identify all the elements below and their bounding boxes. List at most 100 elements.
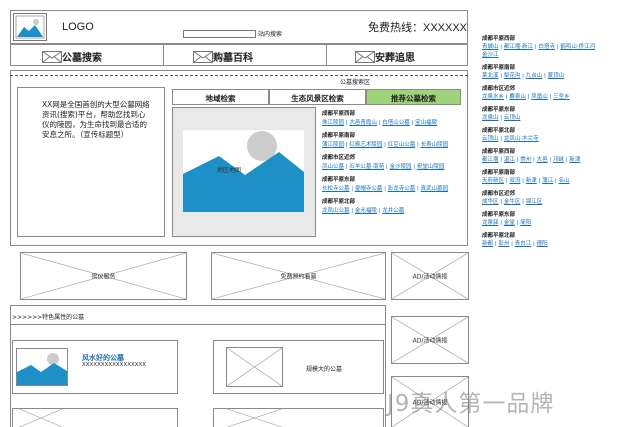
sidebar-link[interactable]: 白塔寺 [538, 44, 555, 50]
sidebar-link[interactable]: 都江堰 [482, 157, 499, 163]
region-link[interactable]: 红豆山公墓 [388, 142, 416, 148]
region-link[interactable]: 大邑青霞山 [349, 120, 377, 126]
sidebar-link[interactable]: 鹤鸣山·侨江河 [560, 44, 595, 50]
region-link[interactable]: 祝堂山陵园 [417, 164, 445, 170]
sidebar-section-title: 成都市区近郊 [482, 86, 516, 92]
sidebar-link[interactable]: 双流 [509, 178, 520, 184]
region-link[interactable]: 长松寺公墓 [322, 186, 350, 192]
sidebar-section: 成都平原东部 龙泉山 | 云顶山 [482, 106, 622, 122]
tab-recommended-label: 推荐公墓检索 [391, 94, 436, 103]
banner-funeral-service[interactable]: 殡仪服务 [20, 252, 187, 300]
sidebar-link[interactable]: 金沙江 [482, 52, 499, 58]
region-link[interactable]: 龙凤山公墓 [322, 208, 350, 214]
sidebar-link[interactable]: 崇州 [520, 157, 531, 163]
sidebar-link[interactable]: 金堂 [504, 220, 515, 226]
sidebar-link[interactable]: 蒙顶山 [548, 73, 565, 79]
sidebar-link[interactable]: 简阳 [520, 220, 531, 226]
sidebar-link[interactable]: 大邑 [537, 157, 548, 163]
region-link[interactable]: 宝山福陵 [415, 120, 437, 126]
sidebar-link[interactable]: 德阳 [537, 241, 548, 247]
sidebar-link[interactable]: 新都 [482, 241, 493, 247]
sidebar-link[interactable]: 青城山 [482, 44, 499, 50]
sidebar-line: 莱北溪 | 梨花沟 | 九台山 | 蒙顶山 [482, 73, 565, 79]
placeholder-cross-icon [227, 348, 282, 386]
sidebar-section-title: 成都平原南部 [482, 65, 516, 71]
sidebar-link[interactable]: 新津 [526, 178, 537, 184]
sidebar-link[interactable]: 邛崃 [553, 157, 564, 163]
featured-divider [10, 324, 386, 325]
sidebar-link[interactable]: 龙泉驿 [482, 220, 499, 226]
sidebar-link[interactable]: 温江 [504, 157, 515, 163]
sidebar-link[interactable]: 龙泉水乡 [482, 94, 504, 100]
map-icon [183, 130, 304, 212]
tab-region-label: 地域检索 [205, 94, 236, 103]
region-links: 龙凤山公墓 | 金光福陵 | 龙井公墓 [322, 208, 405, 214]
sidebar-link[interactable]: 名山 [559, 178, 570, 184]
placeholder-cross-icon [13, 409, 177, 427]
mail-icon [42, 50, 62, 63]
sidebar-link[interactable]: 三圣乡 [553, 94, 570, 100]
region-link[interactable]: 金光福陵 [355, 208, 377, 214]
ad-box-1[interactable]: AD/活动情报 [391, 316, 469, 364]
featured-item-desc: XXXXXXXXXXXXXXXXX [82, 362, 147, 368]
search-button[interactable]: 站内搜索 [258, 29, 282, 38]
intro-text: XX网是全国首创的大型公墓网络资讯(搜索)平台，帮助您找到心仪的陵园，为生命找到… [42, 100, 150, 139]
region-link[interactable]: 侏江陵园 [322, 120, 344, 126]
banner-free-visit[interactable]: 免费预约看墓 [211, 252, 386, 300]
region-link[interactable]: 红枫艺术陵园 [349, 142, 382, 148]
sidebar-link[interactable]: 青白江 [515, 241, 532, 247]
sidebar-link[interactable]: 龙凤山·木兰寺 [504, 136, 539, 142]
region-title: 成都平原东部 [322, 177, 356, 183]
featured-item-large-label: 规模大的公墓 [306, 366, 343, 373]
sidebar-section-title: 成都平原东部 [482, 107, 516, 113]
sidebar-line: 天府新区 | 双流 | 新津 | 蒲江 | 名山 [482, 178, 570, 184]
nav-item-encyclopedia[interactable]: 购墓百科 [193, 49, 253, 64]
banner-label: AD/活动情报 [412, 273, 448, 281]
sidebar-link[interactable]: 九台山 [526, 73, 543, 79]
region-link[interactable]: 长寿山陵园 [421, 142, 449, 148]
sidebar-link[interactable]: 梨花沟 [504, 73, 521, 79]
sidebar-link[interactable]: 凤凰山 [531, 94, 548, 100]
region-list: 成都平原西部 侏江陵园 | 大邑青霞山 | 白塔山公墓 | 宝山福陵 成都平原南… [322, 110, 468, 216]
sidebar-link[interactable]: 天府新区 [482, 178, 504, 184]
sidebar-section: 成都平原西部 都江堰 | 温江 | 崇州 | 大邑 | 邛崃 | 新津 [482, 148, 622, 164]
sidebar-link[interactable]: 都江堰·新江 [504, 44, 533, 50]
region-link[interactable]: 蒲江陵园 [322, 142, 344, 148]
sidebar-line: 龙泉驿 | 金堂 | 简阳 [482, 220, 532, 226]
search-input[interactable] [183, 30, 256, 38]
region-links: 侏江陵园 | 大邑青霞山 | 白塔山公墓 | 宝山福陵 [322, 120, 438, 126]
sidebar-link[interactable]: 彭州 [498, 241, 509, 247]
sidebar-link[interactable]: 金牛区 [504, 199, 521, 205]
region-link[interactable]: 真武山墓园 [421, 186, 449, 192]
region-link[interactable]: 彭龙寺公墓 [388, 186, 416, 192]
sidebar-link[interactable]: 成华区 [482, 199, 499, 205]
region-link[interactable]: 金沙陵园 [389, 164, 411, 170]
sidebar-link[interactable]: 麝泉山 [509, 94, 526, 100]
sidebar-link[interactable]: 蒲江 [542, 178, 553, 184]
banner-ad[interactable]: AD/活动情报 [391, 252, 469, 300]
map-label: 地区地图 [217, 167, 242, 174]
sidebar-link[interactable]: 云顶山 [504, 115, 521, 121]
nav-divider-1 [163, 44, 164, 66]
map-image[interactable] [183, 130, 304, 212]
sidebar-section: 成都平原北部 云顶山 | 龙凤山·木兰寺 [482, 127, 622, 143]
mail-icon [193, 50, 213, 63]
region-link[interactable]: 凤山公墓 [322, 164, 344, 170]
nav-item-search[interactable]: 公墓搜索 [42, 49, 102, 64]
sidebar-section-title: 成都市区近郊 [482, 191, 516, 197]
sidebar-section: 成都市区近郊 龙泉水乡 | 麝泉山 | 凤凰山 | 三圣乡 [482, 85, 622, 101]
region-link[interactable]: 石羊公墓·南苑 [349, 164, 384, 170]
region-link[interactable]: 白塔山公墓 [382, 120, 410, 126]
mail-icon [355, 50, 375, 63]
sidebar-line: 成华区 | 金牛区 | 锦江区 [482, 199, 543, 205]
region-link[interactable]: 皇帽寺公墓 [355, 186, 383, 192]
sidebar-link[interactable]: 新津 [569, 157, 580, 163]
sidebar-link[interactable]: 云顶山 [482, 136, 499, 142]
sidebar-link[interactable]: 莱北溪 [482, 73, 499, 79]
featured-item-placeholder-2[interactable] [213, 408, 384, 427]
region-link[interactable]: 龙井公墓 [382, 208, 404, 214]
nav-item-memorial[interactable]: 安葬追思 [355, 49, 415, 64]
featured-item-placeholder-1[interactable] [12, 408, 178, 427]
sidebar-link[interactable]: 锦江区 [526, 199, 543, 205]
sidebar-link[interactable]: 龙泉山 [482, 115, 499, 121]
